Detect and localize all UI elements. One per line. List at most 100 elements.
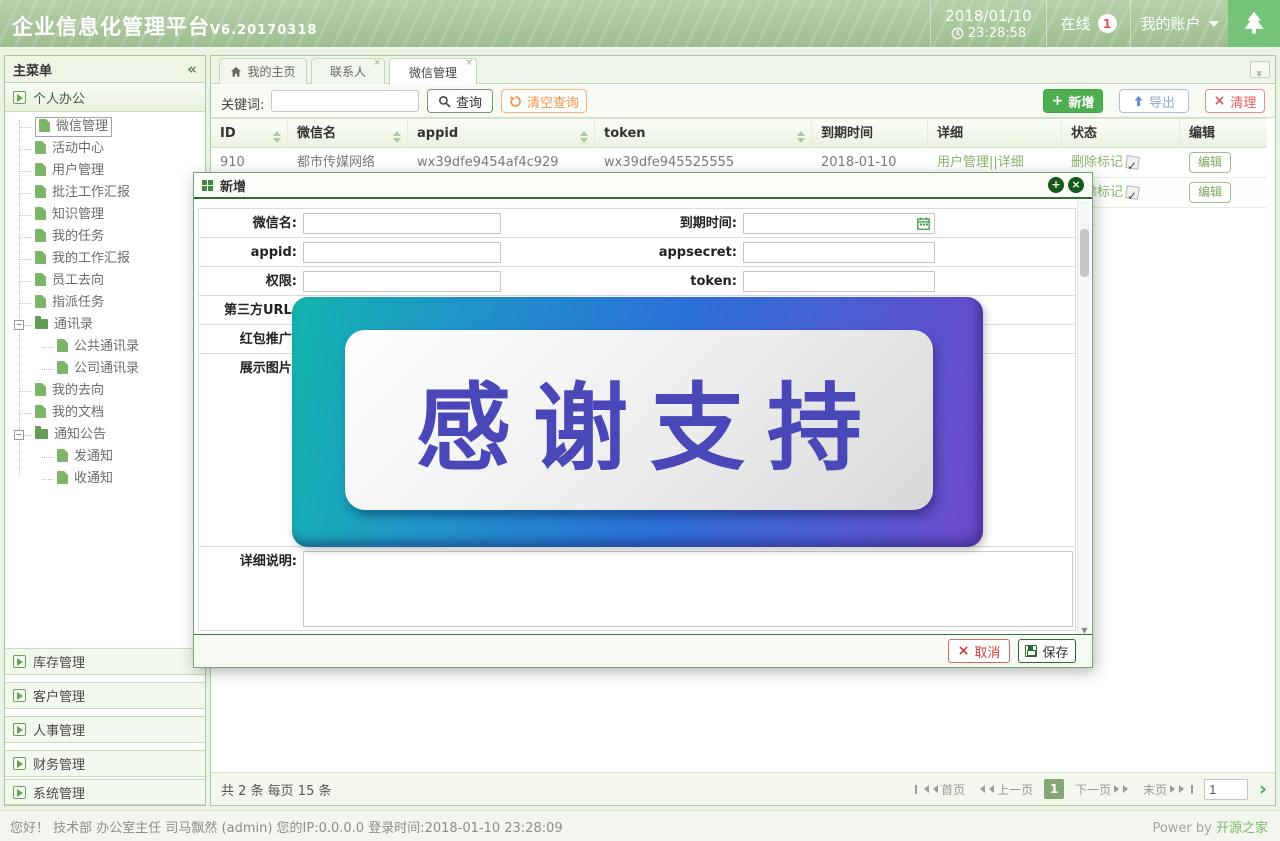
doc-icon bbox=[57, 449, 68, 462]
close-icon[interactable]: × bbox=[1068, 177, 1084, 193]
edit-button[interactable]: 编辑 bbox=[1189, 182, 1231, 203]
scrollbar-thumb[interactable] bbox=[1080, 229, 1089, 277]
doc-icon bbox=[35, 141, 46, 154]
caret-down-icon bbox=[1209, 21, 1219, 32]
expander-icon[interactable]: − bbox=[14, 320, 24, 330]
search-icon bbox=[438, 95, 451, 108]
col-id[interactable]: ID bbox=[211, 119, 288, 149]
tree-item-label: 我的去向 bbox=[52, 383, 104, 398]
tree-item[interactable]: 用户管理 bbox=[5, 160, 205, 182]
sort-icon[interactable] bbox=[393, 127, 400, 147]
tree-item[interactable]: 我的文档 bbox=[5, 402, 205, 424]
brand-link[interactable]: 开源之家 bbox=[1216, 821, 1268, 836]
toolbar: 关键词: 查询 清空查询 + 新增 导出 × 清理 bbox=[211, 85, 1275, 118]
goto-page-input[interactable] bbox=[1204, 779, 1248, 800]
search-button[interactable]: 查询 bbox=[427, 89, 493, 113]
tree-item[interactable]: 公共通讯录 bbox=[5, 336, 205, 358]
tab-wechat[interactable]: 微信管理 × bbox=[389, 58, 477, 85]
online-status[interactable]: 在线 1 bbox=[1046, 0, 1130, 47]
delete-mark-link[interactable]: 删除标记 bbox=[1071, 155, 1123, 170]
sidebar-section-system[interactable]: 系统管理 bbox=[5, 779, 205, 805]
cancel-button[interactable]: × 取消 bbox=[948, 639, 1010, 663]
tree-folder[interactable]: − 通讯录 bbox=[5, 314, 205, 336]
tree-item[interactable]: 员工去向 bbox=[5, 270, 205, 292]
last-page-button[interactable]: 末页 bbox=[1143, 781, 1193, 798]
tree-icon bbox=[1243, 11, 1265, 37]
tab-close-icon[interactable]: × bbox=[373, 59, 381, 68]
tree-item-label: 通讯录 bbox=[54, 317, 93, 332]
sidebar-header: 主菜单 « bbox=[5, 56, 205, 83]
goto-page-button[interactable]: › bbox=[1259, 780, 1267, 798]
col-status: 状态 bbox=[1062, 119, 1180, 149]
expire-input[interactable] bbox=[743, 213, 935, 234]
account-menu[interactable]: 我的账户 bbox=[1130, 0, 1228, 47]
sidebar-section-finance[interactable]: 财务管理 bbox=[5, 750, 205, 777]
maximize-icon[interactable]: + bbox=[1048, 177, 1064, 193]
appid-label: appid: bbox=[199, 238, 297, 267]
tab-home[interactable]: 我的主页 bbox=[219, 58, 307, 84]
keyword-input[interactable] bbox=[271, 90, 419, 112]
tree-item[interactable]: 指派任务 bbox=[5, 292, 205, 314]
save-button[interactable]: 保存 bbox=[1018, 639, 1076, 663]
tab-overflow-button[interactable]: » bbox=[1250, 61, 1270, 78]
edit-button[interactable]: 编辑 bbox=[1189, 152, 1231, 173]
clear-search-button[interactable]: 清空查询 bbox=[501, 89, 587, 113]
col-token[interactable]: token bbox=[595, 119, 812, 149]
first-page-button[interactable]: 首页 bbox=[915, 781, 965, 798]
appid-input[interactable] bbox=[303, 242, 501, 263]
form-row: 微信名: 到期时间: bbox=[199, 209, 1075, 238]
col-appid[interactable]: appid bbox=[408, 119, 595, 149]
theme-button[interactable] bbox=[1228, 0, 1280, 47]
dialog-scrollbar[interactable]: ▼ bbox=[1077, 201, 1090, 636]
sidebar-section-personal[interactable]: 个人办公 bbox=[5, 84, 205, 112]
tree-item[interactable]: 微信管理 bbox=[5, 116, 205, 138]
app-title-text: 企业信息化管理平台 bbox=[12, 15, 210, 39]
tab-close-icon[interactable]: × bbox=[465, 59, 473, 68]
sort-icon[interactable] bbox=[797, 127, 804, 147]
tree-item[interactable]: 我的去向 bbox=[5, 380, 205, 402]
sidebar-collapse-icon[interactable]: « bbox=[187, 60, 197, 78]
calendar-icon[interactable] bbox=[917, 217, 930, 230]
sort-icon[interactable] bbox=[273, 127, 280, 147]
description-textarea[interactable] bbox=[303, 551, 1073, 627]
tree-item[interactable]: 公司通讯录 bbox=[5, 358, 205, 380]
status-bar: 您好！ 技术部 办公室主任 司马飘然 (admin) 您的IP:0.0.0.0 … bbox=[0, 810, 1280, 841]
detail-link[interactable]: 详细 bbox=[998, 155, 1024, 170]
tab-contacts[interactable]: 联系人 × bbox=[311, 58, 385, 84]
next-page-button[interactable]: 下一页 bbox=[1075, 781, 1132, 798]
tree-folder[interactable]: −通知公告 bbox=[5, 424, 205, 446]
section-label: 财务管理 bbox=[33, 754, 85, 773]
user-mgmt-link[interactable]: 用户管理 bbox=[937, 155, 989, 170]
tree-item[interactable]: 收通知 bbox=[5, 468, 205, 490]
tree-item[interactable]: 活动中心 bbox=[5, 138, 205, 160]
prev-page-button[interactable]: 上一页 bbox=[976, 781, 1033, 798]
sidebar-section-hr[interactable]: 人事管理 bbox=[5, 716, 205, 743]
clear-search-label: 清空查询 bbox=[527, 92, 579, 111]
wechat-name-input[interactable] bbox=[303, 213, 501, 234]
current-page[interactable]: 1 bbox=[1044, 779, 1064, 799]
tree-item[interactable]: 批注工作汇报 bbox=[5, 182, 205, 204]
add-button[interactable]: + 新增 bbox=[1043, 89, 1103, 113]
clean-button[interactable]: × 清理 bbox=[1205, 89, 1265, 113]
sidebar-section-inventory[interactable]: 库存管理 bbox=[5, 648, 205, 675]
online-label: 在线 bbox=[1060, 13, 1090, 34]
perm-input[interactable] bbox=[303, 271, 501, 292]
doc-icon bbox=[35, 405, 46, 418]
folder-icon bbox=[35, 319, 48, 329]
login-status-text: 您好！ 技术部 办公室主任 司马飘然 (admin) 您的IP:0.0.0.0 … bbox=[10, 817, 563, 836]
tree-item[interactable]: 我的工作汇报 bbox=[5, 248, 205, 270]
tree-item[interactable]: 知识管理 bbox=[5, 204, 205, 226]
col-wechat-name[interactable]: 微信名 bbox=[288, 119, 408, 149]
tree-item[interactable]: 我的任务 bbox=[5, 226, 205, 248]
sidebar-title: 主菜单 bbox=[13, 60, 52, 79]
sort-icon[interactable] bbox=[580, 127, 587, 147]
dialog-titlebar[interactable]: 新增 + × bbox=[194, 173, 1092, 199]
appsecret-input[interactable] bbox=[743, 242, 935, 263]
tree-item[interactable]: 发通知 bbox=[5, 446, 205, 468]
export-button[interactable]: 导出 bbox=[1119, 89, 1189, 113]
expander-icon[interactable]: − bbox=[14, 430, 24, 440]
tab-strip: 我的主页 联系人 × 微信管理 × » bbox=[211, 56, 1275, 84]
sidebar-section-customer[interactable]: 客户管理 bbox=[5, 682, 205, 709]
token-input[interactable] bbox=[743, 271, 935, 292]
search-label: 查询 bbox=[456, 92, 482, 111]
